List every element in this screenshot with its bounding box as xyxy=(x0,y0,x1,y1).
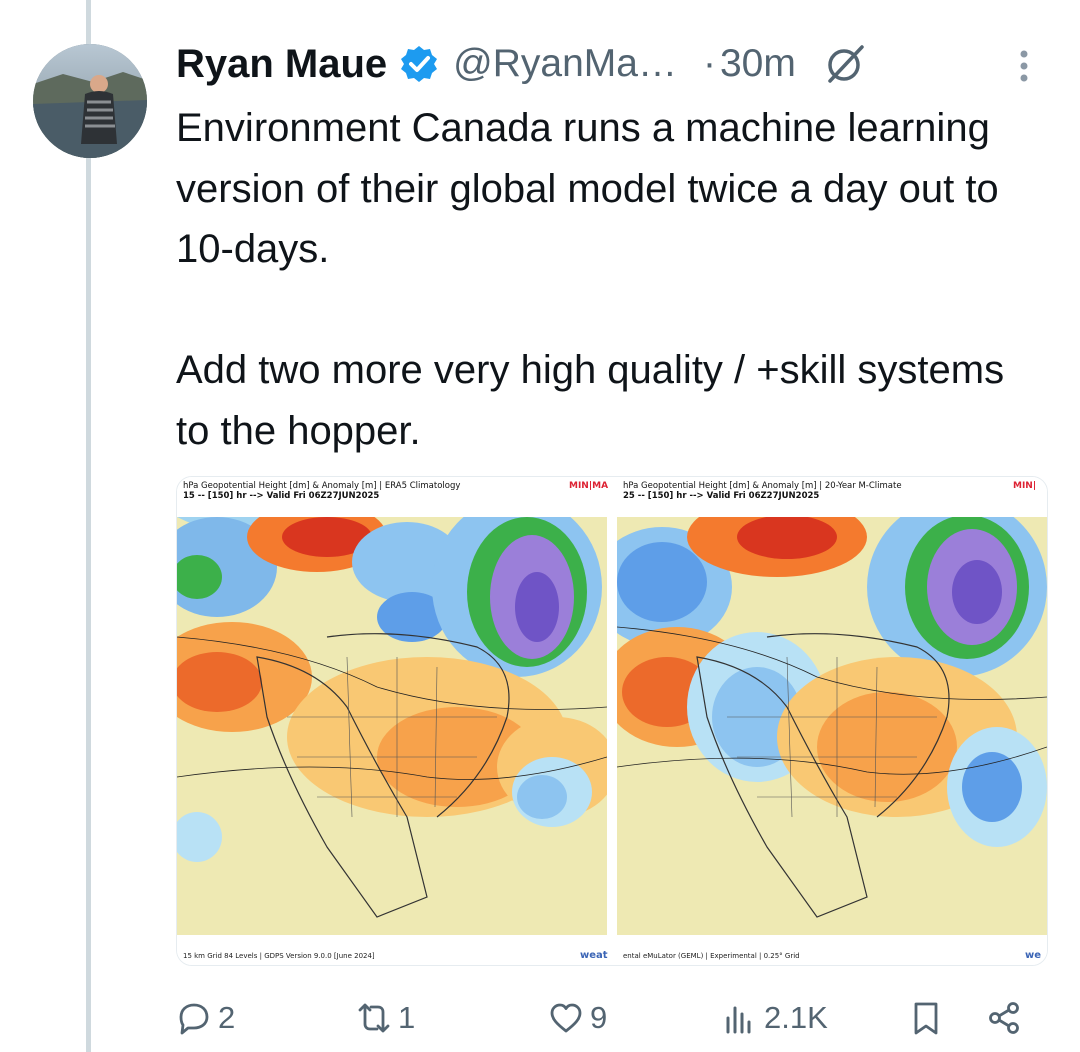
repost-button[interactable]: 1 xyxy=(356,996,415,1040)
share-icon xyxy=(989,1002,1019,1034)
map-title: hPa Geopotential Height [dm] & Anomaly [… xyxy=(183,481,461,491)
separator-dot: · xyxy=(702,42,716,85)
timestamp[interactable]: 30m xyxy=(720,42,796,86)
map-title: hPa Geopotential Height [dm] & Anomaly [… xyxy=(623,481,902,491)
bookmark-button[interactable] xyxy=(908,996,944,1040)
like-count: 9 xyxy=(590,1000,608,1035)
map-brand: MIN| xyxy=(1013,481,1037,491)
views-icon xyxy=(726,1006,751,1034)
verified-badge-icon xyxy=(401,46,438,82)
avatar[interactable] xyxy=(33,44,147,158)
map-brand: MIN|MA xyxy=(569,481,609,491)
more-icon[interactable] xyxy=(1014,46,1034,86)
repost-count: 1 xyxy=(398,1000,416,1035)
map-image-right[interactable]: hPa Geopotential Height [dm] & Anomaly [… xyxy=(617,477,1047,965)
map-image-left[interactable]: hPa Geopotential Height [dm] & Anomaly [… xyxy=(177,477,609,965)
author-name[interactable]: Ryan Maue xyxy=(176,42,387,87)
like-icon xyxy=(550,1003,582,1033)
map-graphic xyxy=(617,517,1047,935)
tweet-media[interactable]: hPa Geopotential Height [dm] & Anomaly [… xyxy=(176,476,1048,966)
reply-button[interactable]: 2 xyxy=(176,996,235,1040)
map-footer: ental eMuLator (GEML) | Experimental | 0… xyxy=(623,952,800,960)
map-graphic xyxy=(177,517,607,935)
views-count: 2.1K xyxy=(764,1000,828,1035)
grok-icon[interactable] xyxy=(822,41,868,87)
reply-icon xyxy=(179,1003,209,1035)
map-subtitle: 25 -- [150] hr --> Valid Fri 06Z27JUN202… xyxy=(623,491,820,501)
reply-count: 2 xyxy=(218,1000,236,1035)
map-credit: weat xyxy=(580,950,608,961)
map-credit: we xyxy=(1025,950,1042,961)
author-handle[interactable]: @RyanMa… xyxy=(453,42,677,86)
like-button[interactable]: 9 xyxy=(548,996,607,1040)
share-button[interactable] xyxy=(986,996,1022,1040)
tweet-actions: 2 1 9 2.1K xyxy=(0,996,1080,1040)
map-subtitle: 15 -- [150] hr --> Valid Fri 06Z27JUN202… xyxy=(183,491,380,501)
tweet-header: Ryan Maue @RyanMa… · 30m xyxy=(176,36,868,92)
repost-icon xyxy=(358,1003,390,1033)
tweet-text: Environment Canada runs a machine learni… xyxy=(176,106,1005,453)
avatar-photo xyxy=(33,44,147,158)
map-footer: 15 km Grid 84 Levels | GDPS Version 9.0.… xyxy=(183,952,375,960)
views-button[interactable]: 2.1K xyxy=(722,996,828,1040)
bookmark-icon xyxy=(914,1002,938,1035)
